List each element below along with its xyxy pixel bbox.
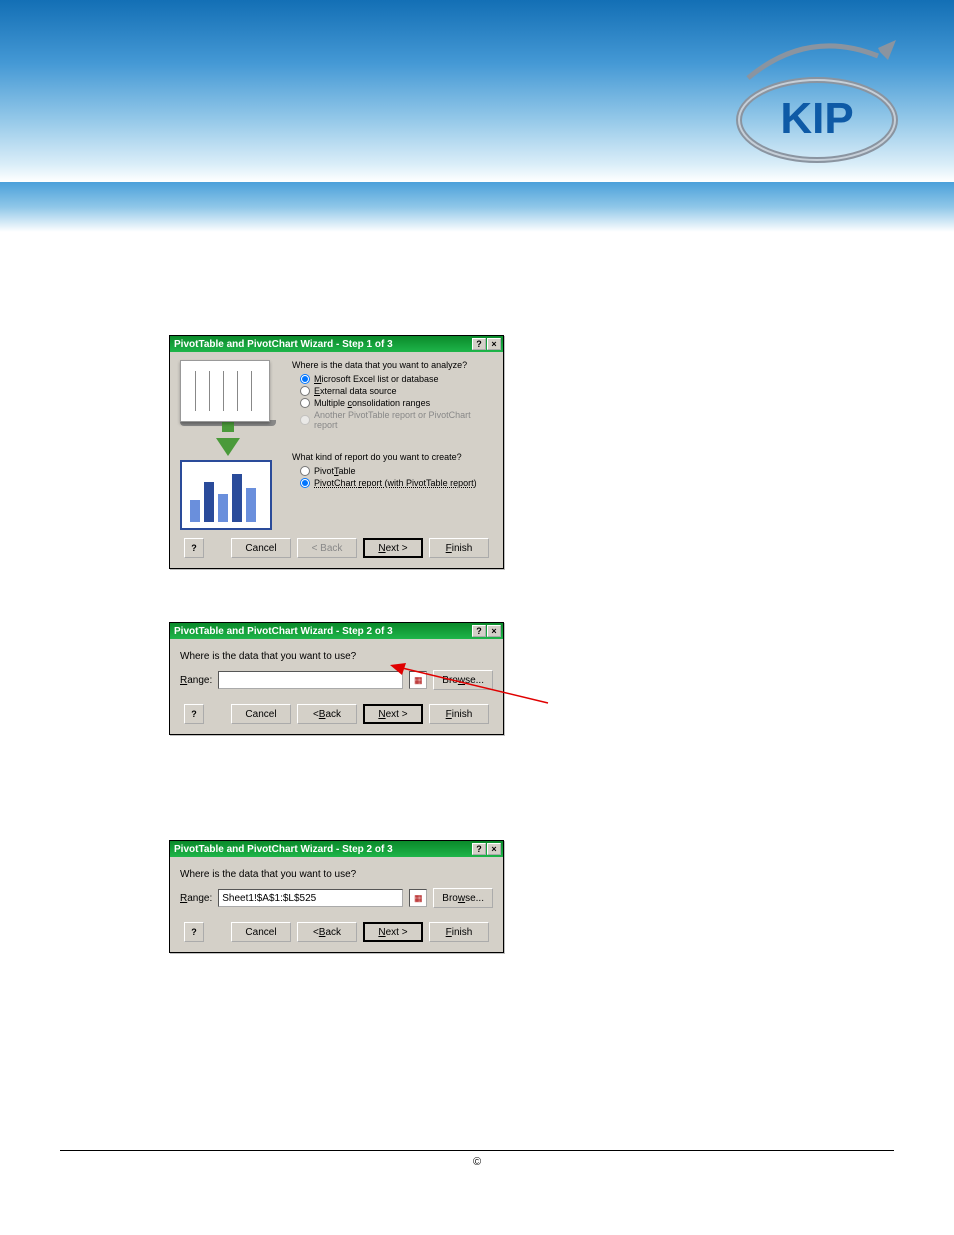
help-icon[interactable]: ?: [472, 625, 486, 637]
logo-text: KIP: [780, 94, 853, 143]
range-label: Range:: [180, 893, 212, 904]
range-selector-icon[interactable]: ▦: [409, 671, 427, 689]
data-source-legend: Where is the data that you want to analy…: [292, 360, 493, 370]
radio-pivotchart[interactable]: [300, 478, 310, 488]
back-button[interactable]: < Back: [297, 922, 357, 942]
radio-pivottable[interactable]: [300, 466, 310, 476]
range-input[interactable]: [218, 671, 403, 689]
browse-button[interactable]: Browse...: [433, 670, 493, 690]
wizard-illustration: [180, 360, 276, 532]
next-button[interactable]: Next >: [363, 922, 423, 942]
help-icon[interactable]: ?: [472, 843, 486, 855]
back-button: < Back: [297, 538, 357, 558]
wizard-step2b-dialog: PivotTable and PivotChart Wizard - Step …: [169, 840, 504, 953]
page-footer: ©: [0, 1156, 954, 1168]
dialog-title: PivotTable and PivotChart Wizard - Step …: [174, 626, 393, 637]
next-button[interactable]: Next >: [363, 704, 423, 724]
radio-excel-list-label: Microsoft Excel list or database: [314, 374, 439, 384]
wizard-step2a-dialog: PivotTable and PivotChart Wizard - Step …: [169, 622, 504, 735]
finish-button[interactable]: Finish: [429, 538, 489, 558]
radio-consolidation-label: Multiple consolidation ranges: [314, 398, 430, 408]
radio-external-label: External data source: [314, 386, 397, 396]
radio-pivottable-label: PivotTable: [314, 466, 356, 476]
radio-another-pivot-label: Another PivotTable report or PivotChart …: [314, 410, 493, 430]
close-icon[interactable]: ×: [487, 338, 501, 350]
cancel-button[interactable]: Cancel: [231, 922, 291, 942]
close-icon[interactable]: ×: [487, 843, 501, 855]
footer-rule: [60, 1150, 894, 1151]
finish-button[interactable]: Finish: [429, 704, 489, 724]
browse-button[interactable]: Browse...: [433, 888, 493, 908]
copyright-symbol: ©: [473, 1156, 481, 1168]
dialog-title: PivotTable and PivotChart Wizard - Step …: [174, 844, 393, 855]
radio-external[interactable]: [300, 386, 310, 396]
close-icon[interactable]: ×: [487, 625, 501, 637]
context-help-button[interactable]: ?: [184, 922, 204, 942]
range-label: Range:: [180, 675, 212, 686]
wizard-step1-dialog: PivotTable and PivotChart Wizard - Step …: [169, 335, 504, 569]
titlebar: PivotTable and PivotChart Wizard - Step …: [170, 336, 503, 352]
back-button[interactable]: < Back: [297, 704, 357, 724]
context-help-button[interactable]: ?: [184, 538, 204, 558]
finish-button[interactable]: Finish: [429, 922, 489, 942]
data-prompt: Where is the data that you want to use?: [180, 869, 493, 880]
titlebar: PivotTable and PivotChart Wizard - Step …: [170, 841, 503, 857]
range-input[interactable]: [218, 889, 403, 907]
range-selector-icon[interactable]: ▦: [409, 889, 427, 907]
context-help-button[interactable]: ?: [184, 704, 204, 724]
radio-consolidation[interactable]: [300, 398, 310, 408]
cancel-button[interactable]: Cancel: [231, 538, 291, 558]
data-prompt: Where is the data that you want to use?: [180, 651, 493, 662]
radio-another-pivot: [300, 415, 310, 425]
page-header: KIP: [0, 0, 954, 182]
radio-excel-list[interactable]: [300, 374, 310, 384]
cancel-button[interactable]: Cancel: [231, 704, 291, 724]
titlebar: PivotTable and PivotChart Wizard - Step …: [170, 623, 503, 639]
dialog-title: PivotTable and PivotChart Wizard - Step …: [174, 339, 393, 350]
kip-logo: KIP: [728, 38, 906, 168]
help-icon[interactable]: ?: [472, 338, 486, 350]
report-kind-legend: What kind of report do you want to creat…: [292, 452, 493, 462]
radio-pivotchart-label: PivotChart report (with PivotTable repor…: [314, 478, 477, 488]
next-button[interactable]: Next >: [363, 538, 423, 558]
